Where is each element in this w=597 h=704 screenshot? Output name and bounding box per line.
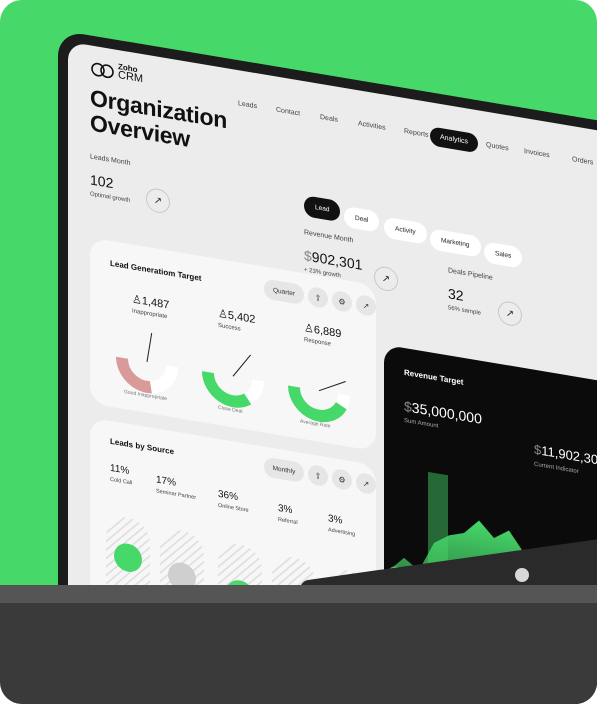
metric-success-label: Success [218,322,241,333]
source-cold-call-label: Cold Call [110,476,133,487]
user-icon: ♙ [304,322,314,336]
brand-logo[interactable]: Zoho CRM [118,62,144,86]
leads-by-source-period-select[interactable]: Monthly [264,456,304,484]
filter-deal[interactable]: Deal [344,205,380,233]
user-icon: ♙ [218,307,228,322]
metric-response-label: Response [304,337,332,348]
revenue-target-sum-label: Sum Amount [404,417,439,430]
leads-month-label: Leads Month [90,153,131,168]
source-cold-call-pct: 11% [110,462,130,477]
metric-success-value: 5,402 [227,309,256,327]
gauge-success [202,354,264,408]
nav-leads[interactable]: Leads [238,100,257,110]
revenue-target-title: Revenue Target [404,367,464,387]
brand-bottom: CRM [118,69,144,86]
deals-pipeline-arrow-button[interactable]: ↗ [498,299,522,328]
nav-activities[interactable]: Activities [358,120,386,132]
logo-icon [91,62,114,79]
nav-contact[interactable]: Contact [276,106,300,117]
share-icon[interactable]: ⇪ [308,285,328,310]
nav-reports[interactable]: Reports [404,128,429,139]
revenue-target-current-label: Current Indicator [534,461,579,476]
source-referral-pct: 3% [278,502,293,517]
leads-month-value: 102 [90,171,114,192]
settings-icon[interactable]: ⚙ [332,467,352,492]
source-seminar-pct: 17% [156,474,177,489]
lead-generation-title: Lead Generatiom Target [110,258,202,284]
source-referral-label: Referral [278,516,298,527]
nav-invoices[interactable]: Invoices [524,148,550,159]
revenue-month-arrow-button[interactable]: ↗ [374,264,398,293]
source-online-store-label: Online Store [218,502,249,514]
deals-pipeline-label: Deals Pipeline [448,267,493,282]
leads-month-arrow-button[interactable]: ↗ [146,186,170,215]
nav-orders[interactable]: Orders [572,156,593,167]
lead-generation-period-select[interactable]: Quarter [264,278,304,306]
hinge-knob [515,568,529,582]
arrow-up-right-icon[interactable]: ↗ [356,471,376,496]
filter-sales[interactable]: Sales [484,241,523,269]
filter-activity[interactable]: Activity [384,216,427,245]
arrow-up-right-icon[interactable]: ↗ [356,293,376,318]
background: Zoho CRM Leads Contact Deals Activities … [0,0,597,704]
metric-response-value: 6,889 [313,323,342,341]
source-advertising-pct: 3% [328,513,343,527]
laptop-base-edge [0,585,597,603]
nav-analytics[interactable]: Analytics [430,126,479,154]
page-title: Organization Overview [90,84,227,158]
filter-marketing[interactable]: Marketing [430,228,481,258]
share-icon[interactable]: ⇪ [308,463,328,488]
revenue-month-currency: $ [304,247,312,265]
arrow-up-right-icon: ↗ [153,194,163,207]
leads-month-caption: Optimal growth [90,191,131,205]
nav-quotes[interactable]: Quotes [486,142,509,153]
source-seminar-label: Seminar Partner [156,488,197,502]
metric-inappropriate-value: 1,487 [141,295,170,312]
arrow-up-right-icon: ↗ [505,307,515,320]
leads-by-source-title: Leads by Source [110,436,175,457]
gauge-response [288,381,350,423]
deals-pipeline-value: 32 [448,285,464,304]
deals-pipeline-caption: 56% sample [448,305,482,317]
user-icon: ♙ [132,293,142,308]
source-advertising-label: Advertising [328,527,356,538]
lead-generation-card: Lead Generatiom Target Quarter ⇪ ⚙ ↗ ♙1,… [90,237,376,452]
filter-lead[interactable]: Lead [304,195,341,223]
nav-deals[interactable]: Deals [320,114,338,124]
settings-icon[interactable]: ⚙ [332,289,352,314]
source-online-store-pct: 36% [218,488,239,504]
revenue-target-sum-currency: $ [404,397,412,416]
revenue-month-label: Revenue Month [304,229,354,245]
arrow-up-right-icon: ↗ [381,272,391,286]
